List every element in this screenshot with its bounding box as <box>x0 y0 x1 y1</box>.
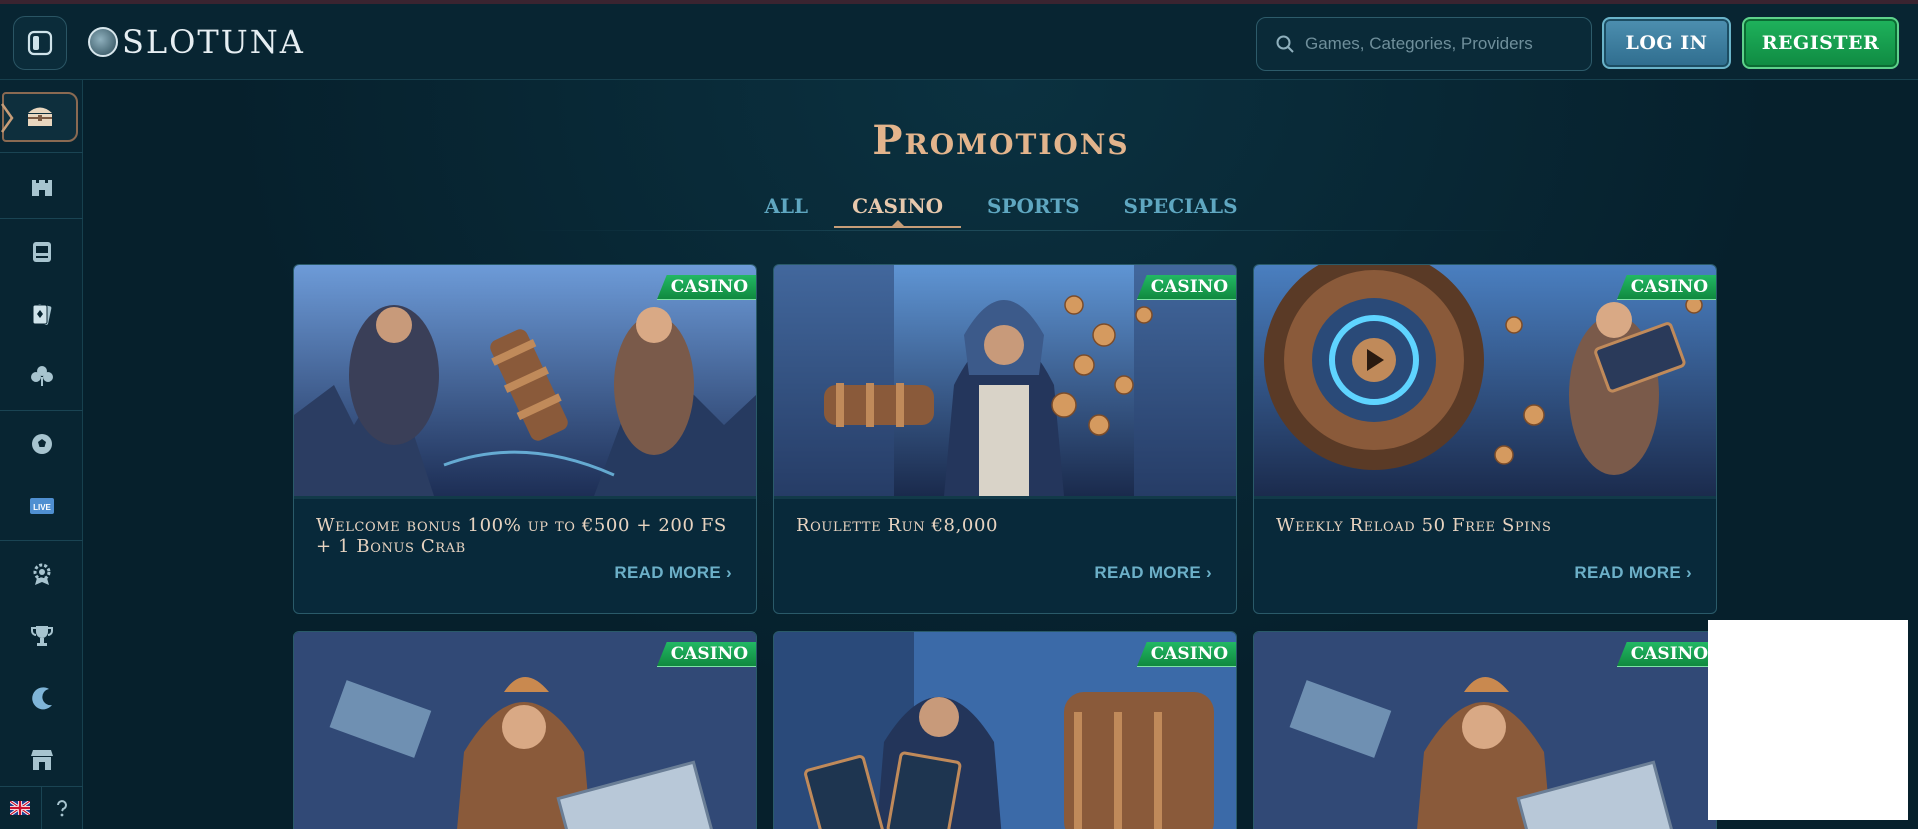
sidebar-item-poker[interactable] <box>0 344 83 408</box>
site-logo[interactable]: SLOTUNA <box>88 20 305 64</box>
trophy-icon <box>30 626 53 646</box>
promo-card[interactable]: CASINO <box>1253 631 1717 829</box>
active-indicator-icon <box>0 103 14 133</box>
clubs-icon <box>30 366 53 386</box>
help-icon <box>56 800 67 817</box>
soccer-ball-icon <box>31 434 52 454</box>
search-box[interactable] <box>1256 17 1592 71</box>
logo-orb-icon <box>88 27 118 57</box>
sidebar-item-slots[interactable] <box>0 220 83 284</box>
flag-uk-icon <box>10 801 31 815</box>
moon-icon <box>31 687 52 710</box>
castle-icon <box>31 180 52 196</box>
page-title: Promotions <box>872 117 1130 164</box>
promo-title: Welcome bonus 100% up to €500 + 200 FS +… <box>316 515 727 557</box>
promotions-page: Promotions ALL CASINO SPORTS SPECIALS CA… <box>84 80 1918 829</box>
treasure-chest-icon <box>28 107 52 126</box>
category-badge: CASINO <box>1136 642 1236 667</box>
tab-all[interactable]: ALL <box>742 192 830 228</box>
promo-card-roulette-run[interactable]: CASINO Roulette Run €8,000 READ MORE › <box>773 264 1237 614</box>
top-header: SLOTUNA LOG IN REGISTER <box>0 4 1918 80</box>
search-icon <box>1276 35 1294 53</box>
register-button[interactable]: REGISTER <box>1742 17 1899 69</box>
sidebar-footer <box>0 786 83 829</box>
sidebar-item-sports[interactable] <box>0 412 83 476</box>
gear-badge-icon <box>33 563 50 585</box>
blank-overlay-panel <box>1708 620 1908 820</box>
sidebar-item-shop[interactable] <box>0 728 83 792</box>
tab-casino-label: CASINO <box>852 194 944 218</box>
sidebar-item-night[interactable] <box>0 666 83 730</box>
logo-text: SLOTUNA <box>122 23 305 61</box>
tabs-divider <box>524 230 1524 231</box>
promo-card[interactable]: CASINO <box>293 631 757 829</box>
read-more-link[interactable]: READ MORE › <box>614 563 732 583</box>
playing-cards-icon <box>32 304 51 325</box>
promo-card-weekly-reload[interactable]: CASINO Weekly Reload 50 Free Spins READ … <box>1253 264 1717 614</box>
tab-casino[interactable]: CASINO <box>830 192 965 228</box>
category-badge: CASINO <box>1616 642 1716 667</box>
sidebar-toggle-icon <box>27 30 53 56</box>
sidebar-item-casino[interactable] <box>0 153 83 217</box>
category-badge: CASINO <box>1136 275 1236 300</box>
search-input[interactable] <box>1305 34 1575 54</box>
promo-card[interactable]: CASINO <box>773 631 1237 829</box>
sidebar-item-tournaments[interactable] <box>0 604 83 668</box>
shop-icon <box>30 750 53 770</box>
category-badge: CASINO <box>656 275 756 300</box>
language-selector[interactable] <box>0 787 42 829</box>
live-icon: LIVE <box>29 498 54 514</box>
svg-text:LIVE: LIVE <box>33 503 51 512</box>
sidebar-item-live[interactable]: LIVE <box>0 474 83 538</box>
promotion-tabs: ALL CASINO SPORTS SPECIALS <box>84 192 1918 228</box>
slot-machine-icon <box>32 242 51 262</box>
sidebar-toggle-button[interactable] <box>13 16 67 70</box>
category-badge: CASINO <box>1616 275 1716 300</box>
promo-card-welcome-bonus[interactable]: CASINO Welcome bonus 100% up to €500 + 2… <box>293 264 757 614</box>
tab-sports[interactable]: SPORTS <box>965 192 1102 228</box>
help-button[interactable] <box>42 787 83 829</box>
promo-title: Weekly Reload 50 Free Spins <box>1276 515 1552 536</box>
login-button[interactable]: LOG IN <box>1602 17 1731 69</box>
active-tab-caret-icon <box>891 220 904 226</box>
read-more-link[interactable]: READ MORE › <box>1094 563 1212 583</box>
sidebar: LIVE <box>0 80 83 829</box>
read-more-link[interactable]: READ MORE › <box>1574 563 1692 583</box>
sidebar-item-vip[interactable] <box>0 542 83 606</box>
sidebar-item-table-games[interactable] <box>0 282 83 346</box>
promo-title: Roulette Run €8,000 <box>796 515 999 536</box>
category-badge: CASINO <box>656 642 756 667</box>
tab-specials[interactable]: SPECIALS <box>1102 192 1260 228</box>
